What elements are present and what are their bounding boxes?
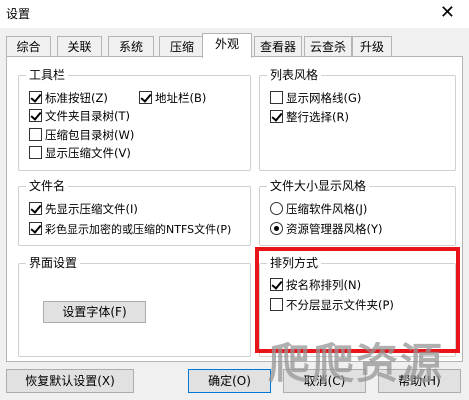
list-style-group: 列表风格 显示网格线(G) 整行选择(R) bbox=[259, 67, 456, 171]
radio-unselected-icon bbox=[270, 202, 283, 215]
checkbox-label: 整行选择(R) bbox=[286, 110, 349, 124]
show-archives-checkbox[interactable]: 显示压缩文件(V) bbox=[29, 146, 131, 160]
filesize-style-group: 文件大小显示风格 压缩软件风格(J) 资源管理器风格(Y) bbox=[259, 178, 456, 246]
checkbox-label: 显示网格线(G) bbox=[286, 91, 362, 105]
checkbox-label: 先显示压缩文件(I) bbox=[45, 202, 138, 216]
color-ntfs-checkbox[interactable]: 彩色显示加密的或压缩的NTFS文件(P) bbox=[29, 222, 231, 237]
checkbox-checked-icon bbox=[29, 222, 42, 235]
tab-cloud-scan[interactable]: 云查杀 bbox=[304, 36, 352, 57]
checkbox-checked-icon bbox=[270, 110, 283, 123]
standard-buttons-checkbox[interactable]: 标准按钮(Z) bbox=[29, 91, 108, 105]
filename-group: 文件名 先显示压缩文件(I) 彩色显示加密的或压缩的NTFS文件(P) bbox=[18, 178, 251, 246]
ui-settings-group-title: 界面设置 bbox=[26, 255, 81, 271]
checkbox-checked-icon bbox=[139, 91, 152, 104]
checkbox-label: 显示压缩文件(V) bbox=[45, 146, 131, 160]
checkbox-label: 标准按钮(Z) bbox=[45, 91, 108, 105]
radio-label: 压缩软件风格(J) bbox=[286, 202, 368, 216]
explorer-style-radio[interactable]: 资源管理器风格(Y) bbox=[270, 222, 383, 236]
ui-settings-group: 界面设置 设置字体(F) bbox=[18, 255, 251, 357]
close-icon[interactable]: ✕ bbox=[440, 2, 455, 24]
list-style-group-title: 列表风格 bbox=[267, 67, 322, 83]
toolbar-group-title: 工具栏 bbox=[26, 67, 69, 83]
toolbar-group: 工具栏 标准按钮(Z) 地址栏(B) 文件夹目录树(T) 压缩包目录树(W) 显… bbox=[18, 67, 251, 171]
tab-general[interactable]: 综合 bbox=[6, 36, 51, 57]
filesize-style-group-title: 文件大小显示风格 bbox=[267, 178, 370, 194]
archiver-style-radio[interactable]: 压缩软件风格(J) bbox=[270, 202, 367, 216]
tab-viewer[interactable]: 查看器 bbox=[254, 36, 302, 57]
tab-compression[interactable]: 压缩 bbox=[159, 36, 205, 57]
set-font-button[interactable]: 设置字体(F) bbox=[43, 301, 146, 323]
tab-system[interactable]: 系统 bbox=[108, 36, 154, 57]
filename-group-title: 文件名 bbox=[26, 178, 69, 194]
checkbox-checked-icon bbox=[29, 91, 42, 104]
checkbox-checked-icon bbox=[29, 202, 42, 215]
checkbox-label: 彩色显示加密的或压缩的NTFS文件(P) bbox=[45, 223, 232, 236]
tab-association[interactable]: 关联 bbox=[57, 36, 102, 57]
radio-label: 资源管理器风格(Y) bbox=[286, 222, 383, 236]
checkbox-checked-icon bbox=[29, 109, 42, 122]
gridlines-checkbox[interactable]: 显示网格线(G) bbox=[270, 91, 361, 105]
checkbox-label: 文件夹目录树(T) bbox=[45, 109, 130, 123]
address-bar-checkbox[interactable]: 地址栏(B) bbox=[139, 91, 206, 105]
ok-button[interactable]: 确定(O) bbox=[188, 369, 271, 393]
checkbox-unchecked-icon bbox=[29, 146, 42, 159]
radio-selected-icon bbox=[270, 222, 283, 235]
checkbox-label: 压缩包目录树(W) bbox=[45, 128, 135, 142]
checkbox-unchecked-icon bbox=[29, 128, 42, 141]
restore-defaults-button[interactable]: 恢复默认设置(X) bbox=[6, 369, 134, 393]
window-title: 设置 bbox=[6, 7, 31, 21]
full-row-select-checkbox[interactable]: 整行选择(R) bbox=[270, 110, 349, 124]
title-bar: 设置 ✕ bbox=[0, 0, 469, 28]
archive-tree-checkbox[interactable]: 压缩包目录树(W) bbox=[29, 128, 134, 142]
archives-first-checkbox[interactable]: 先显示压缩文件(I) bbox=[29, 202, 138, 216]
folder-tree-checkbox[interactable]: 文件夹目录树(T) bbox=[29, 109, 130, 123]
watermark: 爬爬资源 bbox=[268, 339, 445, 388]
tab-bar: 综合 关联 系统 压缩 外观 查看器 云查杀 升级 bbox=[6, 33, 466, 58]
tab-upgrade[interactable]: 升级 bbox=[352, 36, 392, 57]
checkbox-unchecked-icon bbox=[270, 91, 283, 104]
tab-appearance[interactable]: 外观 bbox=[202, 33, 252, 58]
checkbox-label: 地址栏(B) bbox=[155, 91, 207, 105]
